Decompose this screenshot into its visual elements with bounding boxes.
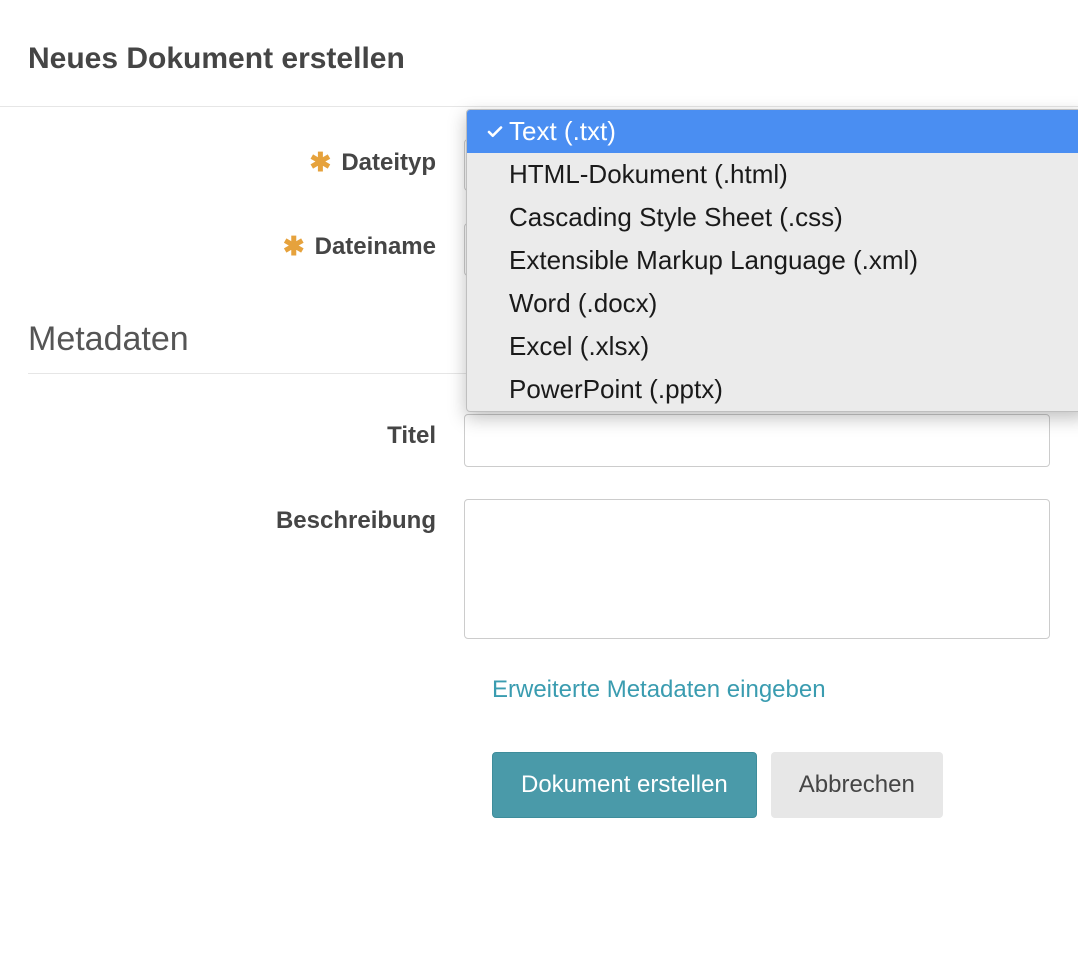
cancel-button[interactable]: Abbrechen: [771, 752, 943, 818]
filetype-option-label: Extensible Markup Language (.xml): [509, 245, 918, 276]
title-input[interactable]: [464, 414, 1050, 467]
create-document-button[interactable]: Dokument erstellen: [492, 752, 757, 818]
required-icon: ✱: [283, 231, 305, 262]
button-row: Dokument erstellen Abbrechen: [492, 752, 1050, 818]
filetype-option-label: Text (.txt): [509, 116, 616, 147]
title-control-col: [464, 414, 1050, 467]
advanced-metadata-link[interactable]: Erweiterte Metadaten eingeben: [492, 676, 826, 703]
filetype-option-label: Cascading Style Sheet (.css): [509, 202, 843, 233]
dialog-header: Neues Dokument erstellen: [0, 0, 1078, 107]
check-icon: [481, 123, 509, 141]
filetype-dropdown[interactable]: Text (.txt) HTML-Dokument (.html) Cascad…: [466, 109, 1078, 412]
title-label-col: Titel: [28, 414, 464, 450]
filetype-label-col: ✱ Dateityp: [28, 139, 464, 178]
description-control-col: [464, 499, 1050, 644]
description-row: Beschreibung: [28, 499, 1050, 644]
filename-label: Dateiname: [315, 233, 436, 261]
description-label: Beschreibung: [276, 507, 436, 535]
description-input[interactable]: [464, 499, 1050, 639]
title-label: Titel: [387, 422, 436, 450]
filetype-option-xlsx[interactable]: Excel (.xlsx): [467, 325, 1078, 368]
filetype-option-label: PowerPoint (.pptx): [509, 374, 723, 405]
filetype-option-docx[interactable]: Word (.docx): [467, 282, 1078, 325]
advanced-metadata-row: Erweiterte Metadaten eingeben: [492, 676, 1050, 704]
required-icon: ✱: [310, 147, 332, 178]
filename-label-col: ✱ Dateiname: [28, 223, 464, 262]
form-body: ✱ Dateityp ✱ Dateiname Metadaten Titel: [0, 107, 1078, 858]
title-row: Titel: [28, 414, 1050, 467]
filetype-option-css[interactable]: Cascading Style Sheet (.css): [467, 196, 1078, 239]
filetype-option-pptx[interactable]: PowerPoint (.pptx): [467, 368, 1078, 411]
new-document-dialog: Neues Dokument erstellen ✱ Dateityp ✱ Da…: [0, 0, 1078, 858]
filetype-option-html[interactable]: HTML-Dokument (.html): [467, 153, 1078, 196]
filetype-option-label: Excel (.xlsx): [509, 331, 649, 362]
description-label-col: Beschreibung: [28, 499, 464, 535]
filetype-label: Dateityp: [341, 149, 436, 177]
dialog-title: Neues Dokument erstellen: [28, 42, 1050, 76]
filetype-option-xml[interactable]: Extensible Markup Language (.xml): [467, 239, 1078, 282]
filetype-option-label: Word (.docx): [509, 288, 657, 319]
filetype-option-txt[interactable]: Text (.txt): [467, 110, 1078, 153]
filetype-option-label: HTML-Dokument (.html): [509, 159, 788, 190]
